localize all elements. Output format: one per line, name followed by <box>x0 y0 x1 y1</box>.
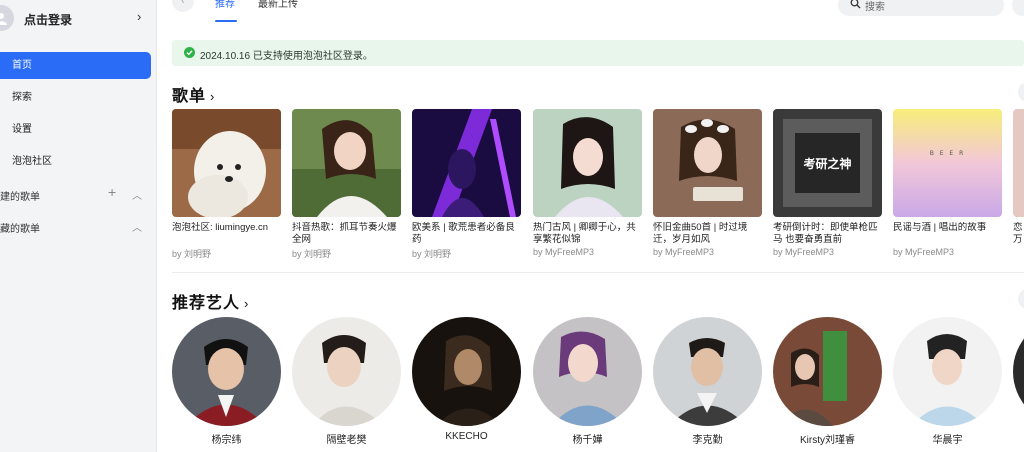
section-divider <box>172 272 1024 273</box>
playlist-cover[interactable]: B E E R <box>893 109 1002 217</box>
tab-latest-upload[interactable]: 最新上传 <box>258 0 298 10</box>
artist-name[interactable]: 杨千嬅 <box>533 431 642 446</box>
created-playlists-section[interactable]: 建的歌单 + ︿ <box>0 184 157 205</box>
search-placeholder: 搜索 <box>865 2 885 13</box>
artist-item[interactable] <box>1013 317 1024 426</box>
playlists-heading[interactable]: 歌单 › <box>172 82 215 106</box>
playlist-card[interactable]: 抖音热歌：抓耳节奏火爆全网 by 刘明野 <box>292 109 401 260</box>
created-playlists-label: 建的歌单 <box>0 192 40 203</box>
playlist-author: by MyFreeMP3 <box>893 247 955 257</box>
playlist-card[interactable]: 考研之神 考研倒计时：即使单枪匹马 也要奋勇直前 by MyFreeMP3 <box>773 109 882 257</box>
artist-photo[interactable] <box>773 317 882 426</box>
artist-photo[interactable] <box>172 317 281 426</box>
chevron-up-icon[interactable]: ︿ <box>132 187 142 202</box>
artist-name[interactable]: 杨宗纬 <box>172 431 281 446</box>
chevron-right-icon: › <box>244 296 250 311</box>
playlist-title[interactable]: 恋万 <box>1013 222 1024 246</box>
notice-banner: 2024.10.16 已支持使用泡泡社区登录。 <box>172 40 1024 66</box>
user-icon <box>0 13 7 25</box>
sidebar-item-home[interactable]: 首页 <box>0 52 151 79</box>
artists-heading-label: 推荐艺人 <box>172 295 241 312</box>
playlist-cover[interactable] <box>172 109 281 217</box>
artist-item[interactable]: 杨千嬅 <box>533 317 642 446</box>
artist-name[interactable]: 华晨宇 <box>893 431 1002 446</box>
chevron-up-icon[interactable]: ︿ <box>132 219 142 234</box>
cover-text: 考研之神 <box>803 156 851 171</box>
playlist-card[interactable]: 怀旧金曲50首 | 时过境迁，岁月如风 by MyFreeMP3 <box>653 109 762 257</box>
artist-photo[interactable] <box>653 317 762 426</box>
artist-photo[interactable] <box>533 317 642 426</box>
playlist-cover[interactable] <box>533 109 642 217</box>
playlist-cover[interactable]: 考研之神 <box>773 109 882 217</box>
artist-photo[interactable] <box>412 317 521 426</box>
playlist-title[interactable]: 抖音热歌：抓耳节奏火爆全网 <box>292 222 401 246</box>
playlist-title[interactable]: 民谣与酒 | 唱出的故事 <box>893 222 1002 246</box>
artist-name[interactable]: KKECHO <box>412 431 521 442</box>
artist-name[interactable]: 隔壁老樊 <box>292 431 401 446</box>
playlist-title[interactable]: 热门古风 | 卿卿于心，共享繁花似锦 <box>533 222 642 246</box>
login-row[interactable]: 点击登录 › <box>0 0 157 40</box>
playlist-card[interactable]: B E E R 民谣与酒 | 唱出的故事 by MyFreeMP3 <box>893 109 1002 257</box>
menu-button[interactable] <box>1012 0 1024 16</box>
artist-item[interactable]: Kirsty刘瑾睿 <box>773 317 882 446</box>
chevron-right-icon: › <box>210 89 216 104</box>
artist-photo[interactable] <box>292 317 401 426</box>
playlist-cover[interactable] <box>412 109 521 217</box>
search-icon <box>850 0 861 9</box>
chevron-left-icon: ‹ <box>181 0 185 7</box>
playlist-title[interactable]: 泡泡社区: liumingye.cn <box>172 222 281 246</box>
scroll-right-button[interactable] <box>1018 289 1024 309</box>
playlist-author: by MyFreeMP3 <box>653 247 715 257</box>
tab-active-indicator <box>215 20 237 22</box>
playlist-author: by 刘明野 <box>412 249 452 259</box>
playlist-title[interactable]: 欧美系 | 歌荒患者必备良药 <box>412 222 521 246</box>
scroll-right-button[interactable] <box>1018 82 1024 102</box>
playlist-card[interactable]: 欧美系 | 歌荒患者必备良药 by 刘明野 <box>412 109 521 260</box>
playlist-card[interactable]: 恋万 <box>1013 109 1024 246</box>
sidebar-item-settings[interactable]: 设置 <box>0 116 151 143</box>
playlists-heading-label: 歌单 <box>172 88 207 105</box>
artist-item[interactable]: 华晨宇 <box>893 317 1002 446</box>
login-label[interactable]: 点击登录 <box>24 11 72 28</box>
playlist-author: by 刘明野 <box>292 249 332 259</box>
avatar[interactable] <box>0 5 14 31</box>
check-circle-icon <box>184 47 195 58</box>
search-input[interactable]: 搜索 <box>838 0 1004 16</box>
artist-item[interactable]: 杨宗纬 <box>172 317 281 446</box>
back-button[interactable]: ‹ <box>172 0 194 12</box>
playlist-title[interactable]: 考研倒计时：即使单枪匹马 也要奋勇直前 <box>773 222 882 246</box>
favorited-playlists-section[interactable]: 藏的歌单 ︿ <box>0 217 157 237</box>
playlist-card[interactable]: 热门古风 | 卿卿于心，共享繁花似锦 by MyFreeMP3 <box>533 109 642 257</box>
chevron-right-icon[interactable]: › <box>137 9 141 24</box>
artist-item[interactable]: KKECHO <box>412 317 521 442</box>
playlist-cover[interactable] <box>1013 109 1024 217</box>
sidebar-nav: 首页 探索 设置 泡泡社区 <box>0 52 157 180</box>
playlist-card[interactable]: 泡泡社区: liumingye.cn by 刘明野 <box>172 109 281 260</box>
artist-item[interactable]: 隔壁老樊 <box>292 317 401 446</box>
artist-name[interactable]: 李克勤 <box>653 431 762 446</box>
playlist-title[interactable]: 怀旧金曲50首 | 时过境迁，岁月如风 <box>653 222 762 246</box>
favorited-playlists-label: 藏的歌单 <box>0 224 40 235</box>
playlist-author: by MyFreeMP3 <box>773 247 835 257</box>
notice-text: 2024.10.16 已支持使用泡泡社区登录。 <box>200 51 373 62</box>
sidebar: 点击登录 › 首页 探索 设置 泡泡社区 建的歌单 + ︿ 藏的歌单 ︿ <box>0 0 157 452</box>
playlist-author: by MyFreeMP3 <box>533 247 595 257</box>
sidebar-item-explore[interactable]: 探索 <box>0 84 151 111</box>
playlist-cover[interactable] <box>292 109 401 217</box>
artist-photo[interactable] <box>1013 317 1024 426</box>
plus-icon[interactable]: + <box>108 184 116 200</box>
cover-text: B E E R <box>930 150 966 157</box>
sidebar-item-community[interactable]: 泡泡社区 <box>0 148 151 175</box>
playlist-cover[interactable] <box>653 109 762 217</box>
artist-item[interactable]: 李克勤 <box>653 317 762 446</box>
tab-recommend[interactable]: 推荐 <box>215 0 235 10</box>
playlist-author: by 刘明野 <box>172 249 212 259</box>
artist-photo[interactable] <box>893 317 1002 426</box>
artist-name[interactable]: Kirsty刘瑾睿 <box>773 431 882 446</box>
artists-heading[interactable]: 推荐艺人 › <box>172 289 249 313</box>
